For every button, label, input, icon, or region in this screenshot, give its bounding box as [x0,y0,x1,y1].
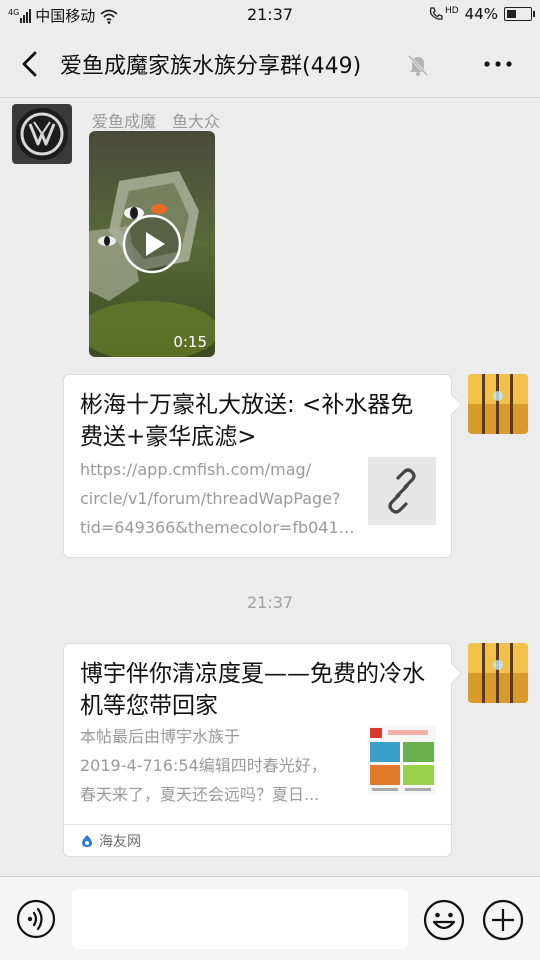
link-card-1-title: 彬海十万豪礼大放送: <补水器免费送+豪华底滤> [80,392,414,450]
link-card-2[interactable]: 博宇伴你清凉度夏——免费的冷水机等您带回家 本帖最后由博宇水族于 2019-4-… [63,643,452,857]
phone-icon [429,7,443,20]
link-card-1-url: https://app.cmfish.com/mag/ circle/v1/fo… [80,455,360,542]
link-card-1-url-line: tid=649366&themecolor=fb041d... [80,518,360,537]
chat-title: 爱鱼成魔家族水族分享群(449) [60,54,362,79]
sender-avatar[interactable] [12,104,72,164]
link-card-2-source: 海友网 [64,824,451,856]
link-card-1-url-line: https://app.cmfish.com/mag/ [80,460,312,479]
link-card-1[interactable]: 彬海十万豪礼大放送: <补水器免费送+豪华底滤> https://app.cmf… [63,374,452,558]
video-message[interactable]: 0:15 [89,131,215,357]
link-card-2-summary-line: 本帖最后由博宇水族于 [80,727,241,746]
source-logo-icon [82,834,92,847]
play-icon[interactable] [122,214,182,274]
video-duration: 0:15 [173,333,207,351]
my-avatar[interactable] [468,374,528,434]
status-right: HD 44% [428,5,535,23]
status-bar: 4G 中国移动 21:37 HD 44% [0,0,540,30]
voice-input-icon[interactable] [16,899,56,939]
more-actions-plus-icon[interactable] [482,899,524,941]
link-icon-thumbnail [368,457,436,525]
hd-label: HD [444,6,459,16]
battery-level [507,10,516,18]
link-card-2-thumbnail [368,726,436,794]
link-chain-icon [388,468,416,514]
more-options-icon[interactable] [482,52,514,76]
link-card-2-summary-line: 春天来了，夏天还会远吗？夏日... [80,785,320,804]
message-text-field[interactable] [72,889,408,949]
battery-percent: 44% [464,5,498,23]
emoji-icon[interactable] [423,899,465,941]
chat-header: 爱鱼成魔家族水族分享群(449) [0,30,540,98]
link-card-2-summary: 本帖最后由博宇水族于 2019-4-716:54编辑四时春光好， 春天来了，夏天… [80,722,360,809]
my-avatar[interactable] [468,643,528,703]
battery-icon [504,7,535,21]
chat-timestamp: 21:37 [246,593,294,612]
source-name: 海友网 [99,833,141,850]
link-card-1-url-line: circle/v1/forum/threadWapPage? [80,489,341,508]
hd-call-indicator: HD [428,6,459,22]
message-input-bar [0,876,540,960]
link-card-2-title: 博宇伴你清凉度夏——免费的冷水机等您带回家 [80,661,425,719]
sender-name: 爱鱼成魔 鱼大众 [92,112,221,131]
link-card-2-summary-line: 2019-4-716:54编辑四时春光好， [80,756,327,775]
mute-bell-icon [407,54,429,77]
back-arrow-icon[interactable] [16,48,46,80]
